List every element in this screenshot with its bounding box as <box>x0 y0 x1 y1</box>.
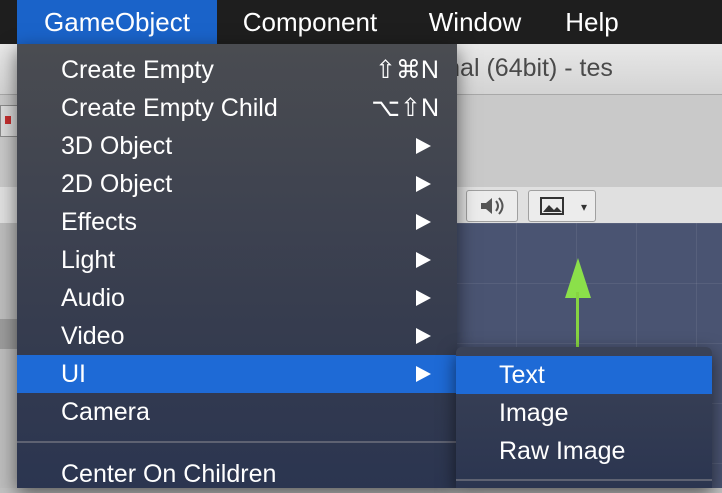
record-icon <box>5 116 11 124</box>
menu-bar: GameObject Component Window Help <box>0 0 722 44</box>
menu-item-label: Center On Children <box>61 460 277 488</box>
submenu-arrow-icon <box>416 252 431 268</box>
submenu-arrow-icon <box>416 176 431 192</box>
submenu-arrow-icon <box>416 138 431 154</box>
hierarchy-panel <box>0 223 18 488</box>
y-axis-gizmo-shaft <box>576 292 579 352</box>
menu-item-label: 3D Object <box>61 132 173 160</box>
caret-down-icon[interactable]: ▾ <box>581 192 587 222</box>
gameobject-menu: Create Empty ⇧⌘N Create Empty Child ⌥⇧N … <box>17 44 457 488</box>
effects-toggle-button[interactable]: ▾ <box>528 190 596 222</box>
menu-item-label: Audio <box>61 284 125 312</box>
menu-item-light[interactable]: Light <box>17 241 457 279</box>
menu-item-camera[interactable]: Camera <box>17 393 457 431</box>
shortcut-label: ⌥⇧N <box>371 94 439 122</box>
menu-item-label: Create Empty <box>61 56 214 84</box>
menu-item-label: 2D Object <box>61 170 173 198</box>
menu-item-effects[interactable]: Effects <box>17 203 457 241</box>
ui-submenu: Text Image Raw Image <box>456 347 712 488</box>
submenu-arrow-icon <box>416 214 431 230</box>
menu-item-center-on-children[interactable]: Center On Children <box>17 455 457 493</box>
menu-component[interactable]: Component <box>220 0 400 44</box>
menu-item-label: Create Empty Child <box>61 94 278 122</box>
submenu-item-label: Raw Image <box>499 437 626 465</box>
menu-item-create-empty[interactable]: Create Empty ⇧⌘N <box>17 51 457 89</box>
shortcut-label: ⇧⌘N <box>374 56 439 84</box>
menu-item-video[interactable]: Video <box>17 317 457 355</box>
submenu-item-raw-image[interactable]: Raw Image <box>456 432 712 470</box>
image-icon <box>540 197 564 215</box>
submenu-arrow-icon <box>416 290 431 306</box>
toolbar-button[interactable] <box>0 105 18 137</box>
submenu-item-label: Text <box>499 361 545 389</box>
selected-row <box>0 319 18 349</box>
menu-item-label: UI <box>61 360 86 388</box>
menu-item-label: Light <box>61 246 116 274</box>
menu-separator <box>17 441 457 443</box>
audio-toggle-button[interactable] <box>466 190 518 222</box>
submenu-item-image[interactable]: Image <box>456 394 712 432</box>
menu-item-3d-object[interactable]: 3D Object <box>17 127 457 165</box>
submenu-separator <box>456 479 712 481</box>
menu-item-label: Camera <box>61 398 150 426</box>
submenu-arrow-icon <box>416 328 431 344</box>
speaker-icon <box>481 197 504 215</box>
menu-item-label: Video <box>61 322 125 350</box>
submenu-item-label: Image <box>499 399 569 427</box>
submenu-item-text[interactable]: Text <box>456 356 712 394</box>
menu-item-ui[interactable]: UI <box>17 355 457 393</box>
menu-item-label: Effects <box>61 208 137 236</box>
menu-item-2d-object[interactable]: 2D Object <box>17 165 457 203</box>
menu-gameobject[interactable]: GameObject <box>17 0 217 44</box>
menu-help[interactable]: Help <box>548 0 636 44</box>
menu-item-create-empty-child[interactable]: Create Empty Child ⌥⇧N <box>17 89 457 127</box>
menu-window[interactable]: Window <box>408 0 542 44</box>
menu-item-audio[interactable]: Audio <box>17 279 457 317</box>
submenu-arrow-icon <box>416 366 431 382</box>
